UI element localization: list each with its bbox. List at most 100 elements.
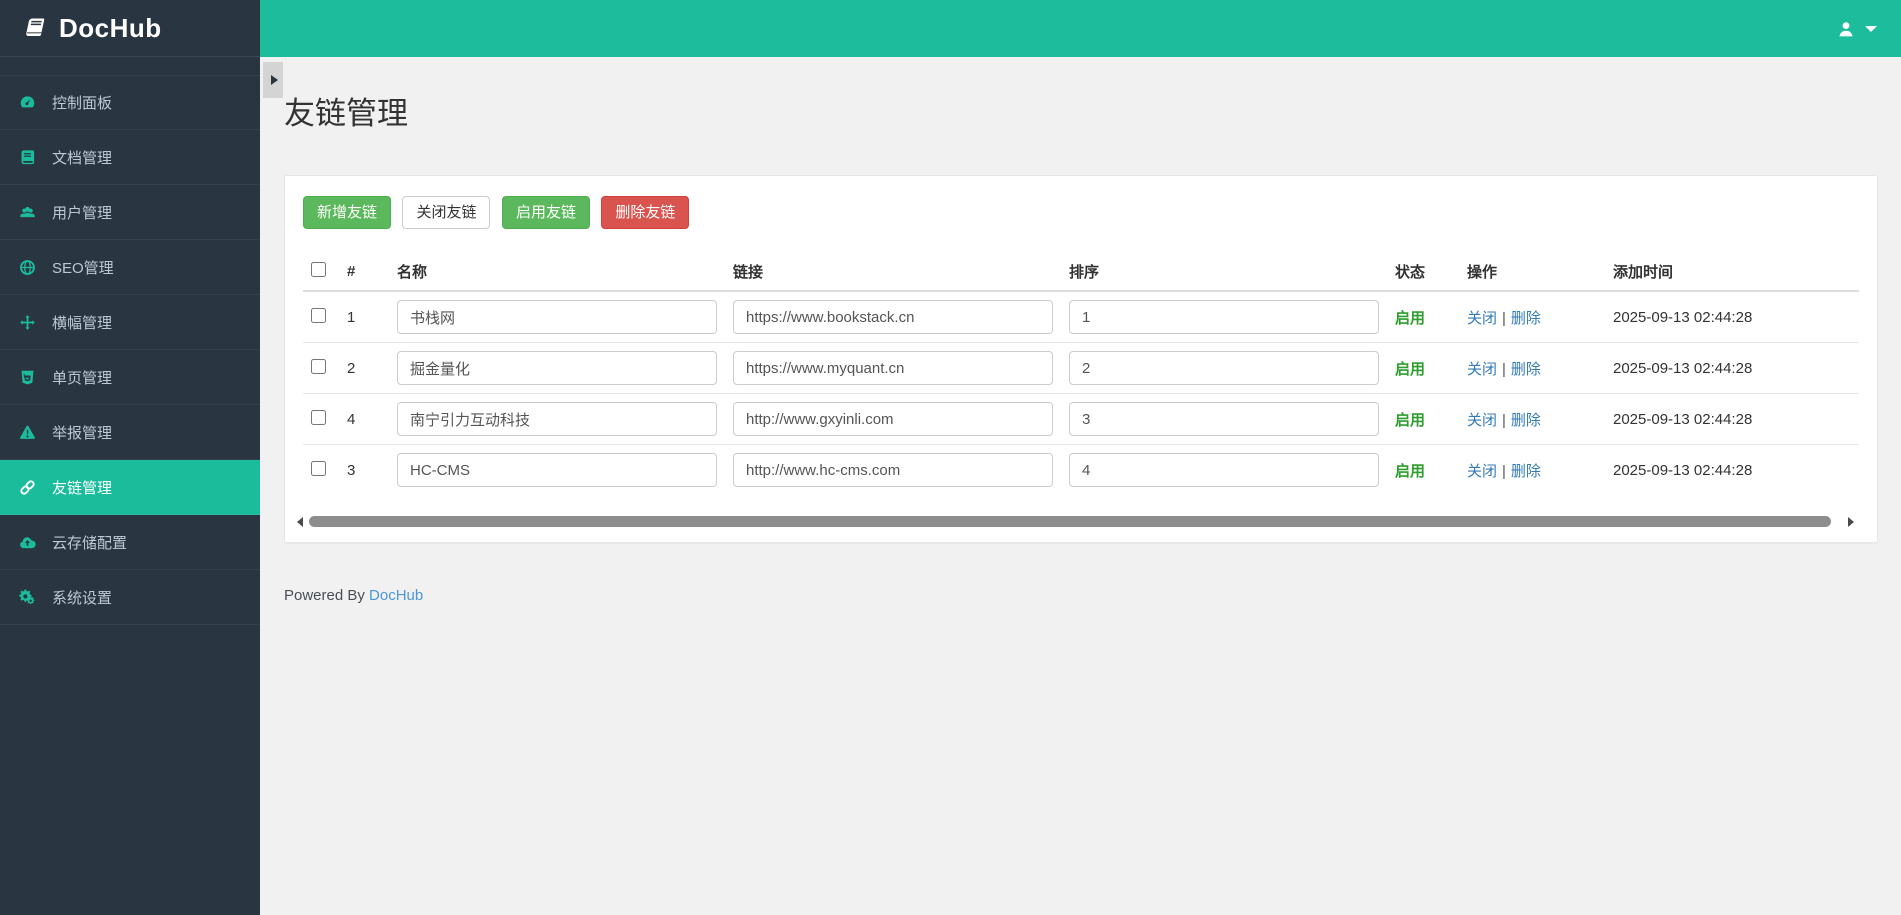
close-action-link[interactable]: 关闭	[1467, 463, 1497, 480]
row-id: 4	[339, 394, 389, 445]
scrollbar-thumb[interactable]	[309, 516, 1831, 527]
name-input[interactable]	[397, 300, 717, 334]
horizontal-scrollbar	[285, 515, 1877, 528]
sidebar-item-pages[interactable]: 单页管理	[0, 350, 260, 405]
footer-text: Powered By	[284, 587, 365, 604]
url-input[interactable]	[733, 453, 1053, 487]
sidebar-item-settings[interactable]: 系统设置	[0, 570, 260, 625]
sidebar-item-label: 友链管理	[52, 477, 112, 498]
header-action: 操作	[1459, 253, 1605, 291]
action-separator: |	[1502, 412, 1506, 429]
friendlinks-card: 新增友链 关闭友链 启用友链 删除友链 # 名称 链接 排序 状态 操作 添加时…	[284, 175, 1878, 543]
sidebar-collapse-button[interactable]	[263, 62, 283, 98]
select-all-checkbox[interactable]	[311, 262, 326, 277]
table-row: 1 启用 关闭|删除 2025-09-13 02:44:28	[303, 291, 1859, 343]
caret-down-icon	[1865, 26, 1877, 32]
sidebar-item-cloud-storage[interactable]: 云存储配置	[0, 515, 260, 570]
page-title: 友链管理	[284, 93, 1901, 135]
sidebar-item-reports[interactable]: 举报管理	[0, 405, 260, 460]
link-icon	[19, 479, 36, 496]
header-name: 名称	[389, 253, 725, 291]
sidebar-item-friendlinks[interactable]: 友链管理	[0, 460, 260, 515]
sidebar-item-label: 云存储配置	[52, 532, 127, 553]
brand[interactable]: DocHub	[0, 0, 260, 57]
url-input[interactable]	[733, 351, 1053, 385]
sidebar-item-banners[interactable]: 横幅管理	[0, 295, 260, 350]
delete-action-link[interactable]: 删除	[1511, 310, 1541, 327]
table-header-row: # 名称 链接 排序 状态 操作 添加时间	[303, 253, 1859, 291]
globe-icon	[19, 259, 36, 276]
user-menu[interactable]	[1838, 0, 1877, 57]
close-action-link[interactable]: 关闭	[1467, 361, 1497, 378]
sort-input[interactable]	[1069, 300, 1379, 334]
scroll-left-arrow-icon[interactable]	[297, 517, 303, 527]
action-separator: |	[1502, 310, 1506, 327]
dashboard-icon	[19, 94, 36, 111]
sidebar-item-label: 用户管理	[52, 202, 112, 223]
name-input[interactable]	[397, 351, 717, 385]
status-badge: 启用	[1395, 361, 1425, 378]
header-sort: 排序	[1061, 253, 1387, 291]
row-checkbox[interactable]	[311, 308, 326, 323]
url-input[interactable]	[733, 402, 1053, 436]
html5-icon	[19, 369, 36, 386]
sidebar-item-dashboard[interactable]: 控制面板	[0, 75, 260, 130]
sidebar-item-label: 单页管理	[52, 367, 112, 388]
footer-dochub-link[interactable]: DocHub	[369, 587, 423, 604]
table-row: 3 启用 关闭|删除 2025-09-13 02:44:28	[303, 445, 1859, 496]
name-input[interactable]	[397, 402, 717, 436]
table-row: 2 启用 关闭 | 删除 2025-09-13 02:44:28	[303, 343, 1859, 394]
header-status: 状态	[1387, 253, 1459, 291]
cloud-upload-icon	[19, 534, 36, 551]
created-time: 2025-09-13 02:44:28	[1605, 394, 1859, 445]
row-id: 2	[339, 343, 389, 394]
scroll-right-arrow-icon[interactable]	[1848, 517, 1854, 527]
enable-link-button[interactable]: 启用友链	[502, 196, 590, 229]
status-badge: 启用	[1395, 463, 1425, 480]
sidebar-item-label: 举报管理	[52, 422, 112, 443]
status-badge: 启用	[1395, 310, 1425, 327]
sidebar-item-label: 文档管理	[52, 147, 112, 168]
friendlinks-table: # 名称 链接 排序 状态 操作 添加时间 1 启用	[303, 253, 1859, 495]
row-id: 3	[339, 445, 389, 496]
close-action-link[interactable]: 关闭	[1467, 310, 1497, 327]
sidebar-item-label: 横幅管理	[52, 312, 112, 333]
footer: Powered By DocHub	[284, 587, 1901, 604]
action-separator: |	[1502, 361, 1506, 378]
row-checkbox[interactable]	[311, 410, 326, 425]
sidebar: DocHub 控制面板 文档管理 用户管理 SEO管理 横幅管理 单页管理	[0, 0, 260, 915]
row-id: 1	[339, 291, 389, 343]
sort-input[interactable]	[1069, 351, 1379, 385]
close-link-button[interactable]: 关闭友链	[402, 196, 490, 229]
users-icon	[19, 204, 36, 221]
status-badge: 启用	[1395, 412, 1425, 429]
header-id: #	[339, 253, 389, 291]
sidebar-item-documents[interactable]: 文档管理	[0, 130, 260, 185]
header-created: 添加时间	[1605, 253, 1859, 291]
name-input[interactable]	[397, 453, 717, 487]
created-time: 2025-09-13 02:44:28	[1605, 343, 1859, 394]
delete-action-link[interactable]: 删除	[1511, 463, 1541, 480]
sidebar-item-users[interactable]: 用户管理	[0, 185, 260, 240]
delete-action-link[interactable]: 删除	[1511, 412, 1541, 429]
row-checkbox[interactable]	[311, 359, 326, 374]
sidebar-item-seo[interactable]: SEO管理	[0, 240, 260, 295]
sort-input[interactable]	[1069, 402, 1379, 436]
user-icon	[1838, 21, 1854, 37]
close-action-link[interactable]: 关闭	[1467, 412, 1497, 429]
banner-move-icon	[19, 314, 36, 331]
sidebar-item-label: SEO管理	[52, 257, 114, 278]
warning-icon	[19, 424, 36, 441]
sidebar-item-label: 系统设置	[52, 587, 112, 608]
sort-input[interactable]	[1069, 453, 1379, 487]
delete-action-link[interactable]: 删除	[1511, 361, 1541, 378]
delete-link-button[interactable]: 删除友链	[601, 196, 689, 229]
gears-icon	[19, 589, 36, 606]
add-link-button[interactable]: 新增友链	[303, 196, 391, 229]
row-checkbox[interactable]	[311, 461, 326, 476]
brand-name: DocHub	[59, 13, 162, 44]
chevron-right-icon	[271, 75, 278, 85]
url-input[interactable]	[733, 300, 1053, 334]
toolbar: 新增友链 关闭友链 启用友链 删除友链	[303, 196, 1859, 229]
book-icon	[22, 16, 46, 40]
